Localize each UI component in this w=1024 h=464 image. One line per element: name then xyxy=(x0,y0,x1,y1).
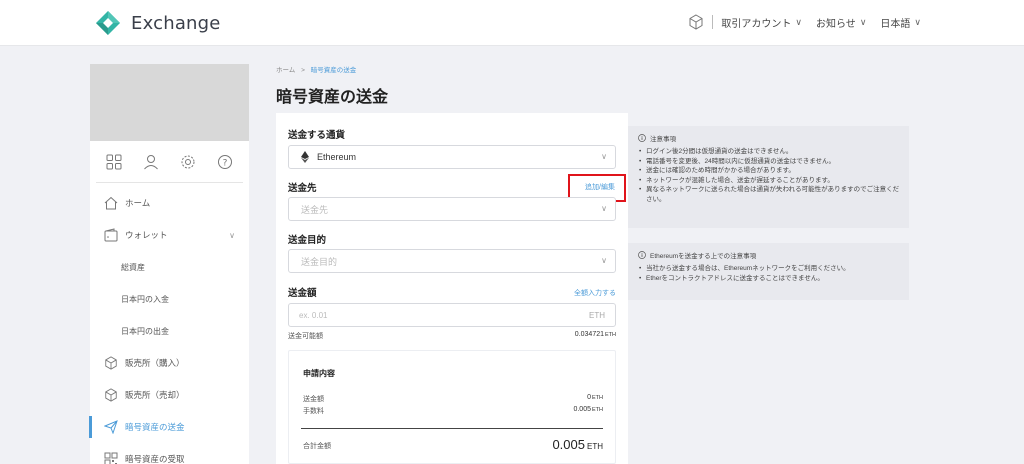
page-title: 暗号資産の送金 xyxy=(276,87,389,106)
notice-item: 送金には確認のため時間がかかる場合があります。 xyxy=(638,166,901,176)
fee-label: 手数料 xyxy=(303,408,324,415)
notice-item: ネットワークが混雑した場合、送金が遅延することがあります。 xyxy=(638,176,901,186)
breadcrumb-current: 暗号資産の送金 xyxy=(310,67,357,74)
chevron-down-icon: ∨ xyxy=(601,256,607,265)
breadcrumb: ホーム > 暗号資産の送金 xyxy=(276,67,357,74)
purpose-label: 送金目的 xyxy=(288,235,327,246)
sidebar-item-home[interactable]: ホーム xyxy=(90,187,249,219)
logo-icon xyxy=(96,11,120,35)
divider xyxy=(712,15,714,29)
summary-panel: 申請内容 送金額 0ETH 手数料 0.005ETH 合計金額 0.005 ETH xyxy=(288,350,616,464)
info-icon xyxy=(638,251,646,259)
enter-full-amount-link[interactable]: 全額入力する xyxy=(574,288,616,298)
info-icon xyxy=(638,134,646,142)
top-header: Exchange 取引アカウント ∨ お知らせ ∨ 日本語 ∨ xyxy=(0,0,1024,46)
notice-title: 注意事項 xyxy=(650,136,676,143)
home-icon xyxy=(103,195,119,211)
chevron-down-icon: ∨ xyxy=(914,16,921,27)
ethereum-notice-panel: Ethereumを送金する上での注意事項 当社から送金する場合は、Ethereu… xyxy=(628,243,909,300)
total-label: 合計金額 xyxy=(303,443,331,450)
ethereum-notice-title: Ethereumを送金する上での注意事項 xyxy=(650,253,757,260)
sidebar: ? ホーム ウォレット ∨ 総資産 日本円の入金 日本円の出金 販売所（購入） … xyxy=(89,64,249,464)
sidebar-item-wallet[interactable]: ウォレット ∨ xyxy=(90,219,249,251)
send-amount-value: 0ETH xyxy=(587,394,603,401)
chevron-down-icon: ∨ xyxy=(795,16,802,27)
chevron-down-icon: ∨ xyxy=(859,16,867,27)
sidebar-banner xyxy=(90,64,249,141)
user-icon[interactable] xyxy=(140,151,162,173)
available-amount: 0.034721ETH xyxy=(574,331,616,338)
notice-item: 電話番号を変更後、24時間以内に仮想通貨の送金はできません。 xyxy=(638,157,901,167)
amount-label: 送金額 xyxy=(288,288,317,299)
wallet-icon xyxy=(103,227,119,243)
sidebar-item-jpy-deposit[interactable]: 日本円の入金 xyxy=(90,283,249,315)
sidebar-item-jpy-withdraw[interactable]: 日本円の出金 xyxy=(90,315,249,347)
gear-icon[interactable] xyxy=(177,151,199,173)
svg-text:?: ? xyxy=(222,158,227,168)
sidebar-item-total-assets[interactable]: 総資産 xyxy=(90,251,249,283)
destination-select[interactable]: 送金先 ∨ xyxy=(288,197,616,221)
notice-item: 異なるネットワークに送られた場合は通貨が失われる可能性がありますのでご注意くださ… xyxy=(638,185,901,204)
notice-item: ログイン後2分間は仮想通貨の送金はできません。 xyxy=(638,147,901,157)
language-menu[interactable]: 日本語 ∨ xyxy=(880,15,921,30)
app-name: Exchange xyxy=(131,12,221,34)
ethereum-icon xyxy=(301,151,309,163)
currency-select[interactable]: Ethereum ∨ xyxy=(288,145,616,169)
sidebar-item-receive-crypto[interactable]: 暗号資産の受取 xyxy=(90,443,249,464)
help-icon[interactable]: ? xyxy=(214,151,236,173)
cube-icon xyxy=(103,355,119,371)
logo[interactable]: Exchange xyxy=(95,10,221,36)
fee-value: 0.005ETH xyxy=(573,406,603,413)
divider xyxy=(301,428,603,429)
purpose-select[interactable]: 送金目的 ∨ xyxy=(288,249,616,273)
send-icon xyxy=(103,419,119,435)
sidebar-item-send-crypto[interactable]: 暗号資産の送金 xyxy=(89,411,249,443)
chevron-down-icon: ∨ xyxy=(601,204,607,213)
sidebar-tabs: ? xyxy=(96,141,243,183)
notifications-menu[interactable]: お知らせ ∨ xyxy=(816,15,866,30)
destination-label: 送金先 xyxy=(288,183,317,194)
chevron-down-icon: ∨ xyxy=(601,152,607,161)
account-menu[interactable]: 取引アカウント ∨ xyxy=(721,15,802,30)
notice-item: 当社から送金する場合は、Ethereumネットワークをご利用ください。 xyxy=(638,264,901,274)
currency-label: 送金する通貨 xyxy=(288,130,346,141)
breadcrumb-home[interactable]: ホーム xyxy=(276,67,295,74)
cube-icon[interactable] xyxy=(688,14,704,30)
chevron-down-icon: ∨ xyxy=(229,230,235,240)
sidebar-item-sell[interactable]: 販売所（売却） xyxy=(90,379,249,411)
cube-icon xyxy=(103,387,119,403)
send-amount-label: 送金額 xyxy=(303,396,324,403)
notice-item: Etherをコントラクトアドレスに送金することはできません。 xyxy=(638,274,901,284)
total-value: 0.005 ETH xyxy=(552,437,603,452)
summary-title: 申請内容 xyxy=(303,369,335,378)
amount-input[interactable]: ex. 0.01 ETH xyxy=(288,303,616,327)
qr-icon xyxy=(103,451,119,464)
grid-icon[interactable] xyxy=(103,151,125,173)
notice-panel: 注意事項 ログイン後2分間は仮想通貨の送金はできません。 電話番号を変更後、24… xyxy=(628,126,909,228)
send-form: 送金する通貨 Ethereum ∨ 送金先 追加/編集 送金先 ∨ 送金目的 送… xyxy=(276,113,628,464)
sidebar-item-buy[interactable]: 販売所（購入） xyxy=(90,347,249,379)
available-label: 送金可能額 xyxy=(288,333,323,340)
